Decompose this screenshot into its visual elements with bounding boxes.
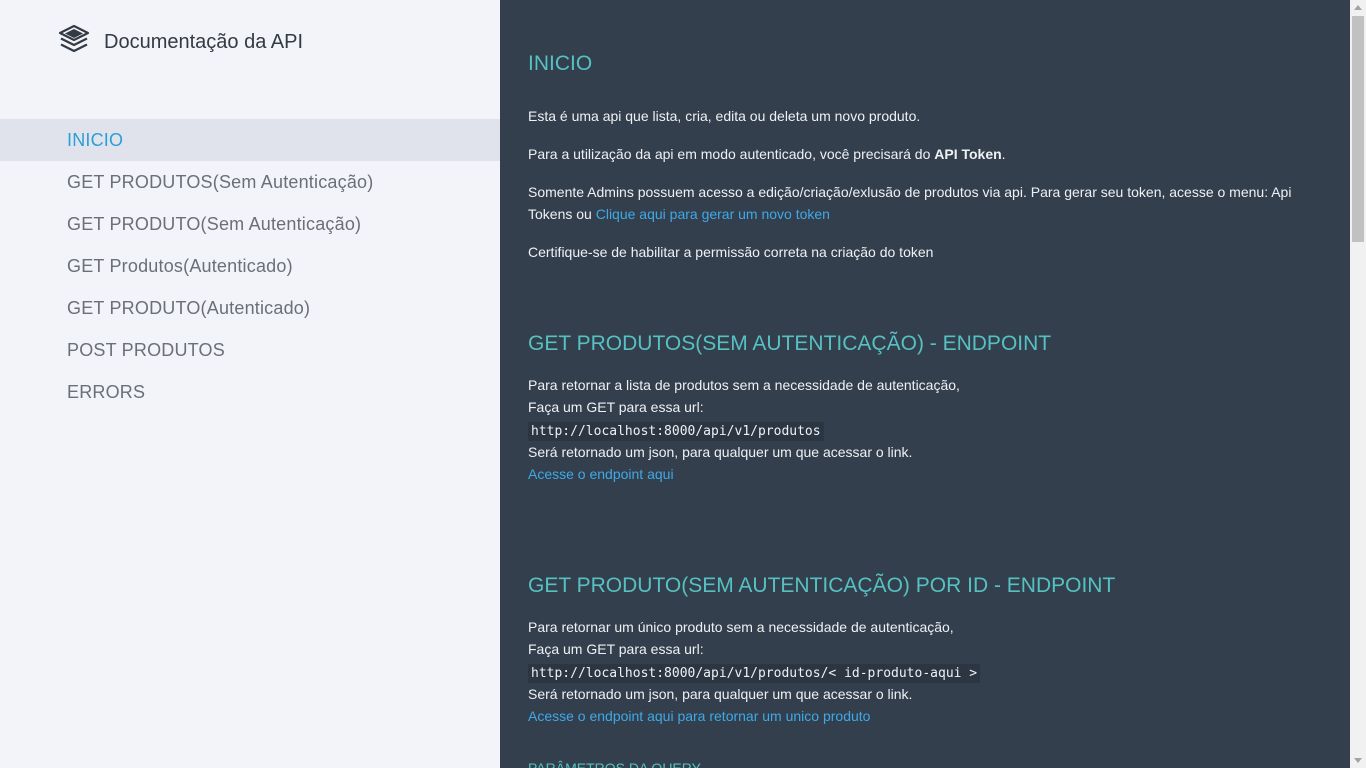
inicio-p2-prefix: Para a utilização da api em modo autenti… bbox=[528, 146, 935, 162]
sidebar-nav: INICIO GET PRODUTOS(Sem Autenticação) GE… bbox=[0, 119, 500, 413]
get-produtos-link-line: Acesse o endpoint aqui bbox=[528, 463, 674, 485]
brand[interactable]: Documentação da API bbox=[57, 24, 303, 60]
brand-title: Documentação da API bbox=[104, 30, 304, 53]
get-produtos-endpoint-link[interactable]: Acesse o endpoint aqui bbox=[528, 466, 674, 482]
get-produto-line-2: Faça um GET para essa url: bbox=[528, 641, 704, 657]
sidebar-item-inicio[interactable]: INICIO bbox=[0, 119, 500, 161]
section-title-get-produto: GET PRODUTO(SEM AUTENTICAÇÃO) POR ID - E… bbox=[528, 574, 1116, 597]
get-produto-url-code: http://localhost:8000/api/v1/produtos/< … bbox=[528, 664, 981, 683]
generate-token-link[interactable]: Clique aqui para gerar um novo token bbox=[596, 206, 830, 222]
page-scrollbar[interactable] bbox=[1350, 0, 1366, 768]
inicio-paragraph-4: Certifique-se de habilitar a permissão c… bbox=[528, 244, 934, 260]
get-produtos-line-2: Faça um GET para essa url: bbox=[528, 399, 704, 415]
section-title-parametros-query: PARÂMETROS DA QUERY bbox=[528, 760, 701, 768]
api-token-bold: API Token bbox=[934, 146, 1002, 162]
sidebar-item-get-produto-sem-auth[interactable]: GET PRODUTO(Sem Autenticação) bbox=[0, 203, 500, 245]
sidebar-item-post-produtos[interactable]: POST PRODUTOS bbox=[0, 329, 500, 371]
get-produto-line-1: Para retornar um único produto sem a nec… bbox=[528, 619, 954, 635]
scrollbar-thumb[interactable] bbox=[1352, 16, 1364, 242]
scroll-down-arrow-icon[interactable] bbox=[1354, 758, 1362, 763]
get-produto-endpoint-link[interactable]: Acesse o endpoint aqui para retornar um … bbox=[528, 708, 870, 724]
inicio-p3-line1: Somente Admins possuem acesso a edição/c… bbox=[528, 184, 1292, 200]
section-title-inicio: INICIO bbox=[528, 52, 593, 75]
inicio-p3-line2-prefix: Tokens ou bbox=[528, 206, 596, 222]
inicio-paragraph-1: Esta é uma api que lista, cria, edita ou… bbox=[528, 108, 921, 124]
get-produtos-line-1: Para retornar a lista de produtos sem a … bbox=[528, 377, 960, 393]
sidebar-item-get-produto-autenticado[interactable]: GET PRODUTO(Autenticado) bbox=[0, 287, 500, 329]
inicio-p2-suffix: . bbox=[1001, 146, 1006, 162]
sidebar-item-errors[interactable]: ERRORS bbox=[0, 371, 500, 413]
scroll-up-arrow-icon[interactable] bbox=[1354, 5, 1362, 10]
sidebar-item-get-produtos-sem-auth[interactable]: GET PRODUTOS(Sem Autenticação) bbox=[0, 161, 500, 203]
inicio-paragraph-2: Para a utilização da api em modo autenti… bbox=[528, 143, 1006, 165]
layers-icon bbox=[57, 23, 91, 62]
sidebar: Documentação da API INICIO GET PRODUTOS(… bbox=[0, 0, 500, 768]
sidebar-item-get-produtos-autenticado[interactable]: GET Produtos(Autenticado) bbox=[0, 245, 500, 287]
main-content: INICIO Esta é uma api que lista, cria, e… bbox=[500, 0, 1350, 768]
section-title-get-produtos: GET PRODUTOS(SEM AUTENTICAÇÃO) - ENDPOIN… bbox=[528, 332, 1052, 355]
get-produtos-url-line: http://localhost:8000/api/v1/produtos bbox=[528, 419, 824, 443]
get-produto-url-line: http://localhost:8000/api/v1/produtos/< … bbox=[528, 661, 981, 685]
inicio-paragraph-3: Somente Admins possuem acesso a edição/c… bbox=[528, 181, 1298, 225]
get-produtos-url-code: http://localhost:8000/api/v1/produtos bbox=[528, 422, 824, 441]
get-produto-line-3: Será retornado um json, para qualquer um… bbox=[528, 686, 913, 702]
get-produto-link-line: Acesse o endpoint aqui para retornar um … bbox=[528, 705, 870, 727]
get-produtos-line-3: Será retornado um json, para qualquer um… bbox=[528, 444, 913, 460]
